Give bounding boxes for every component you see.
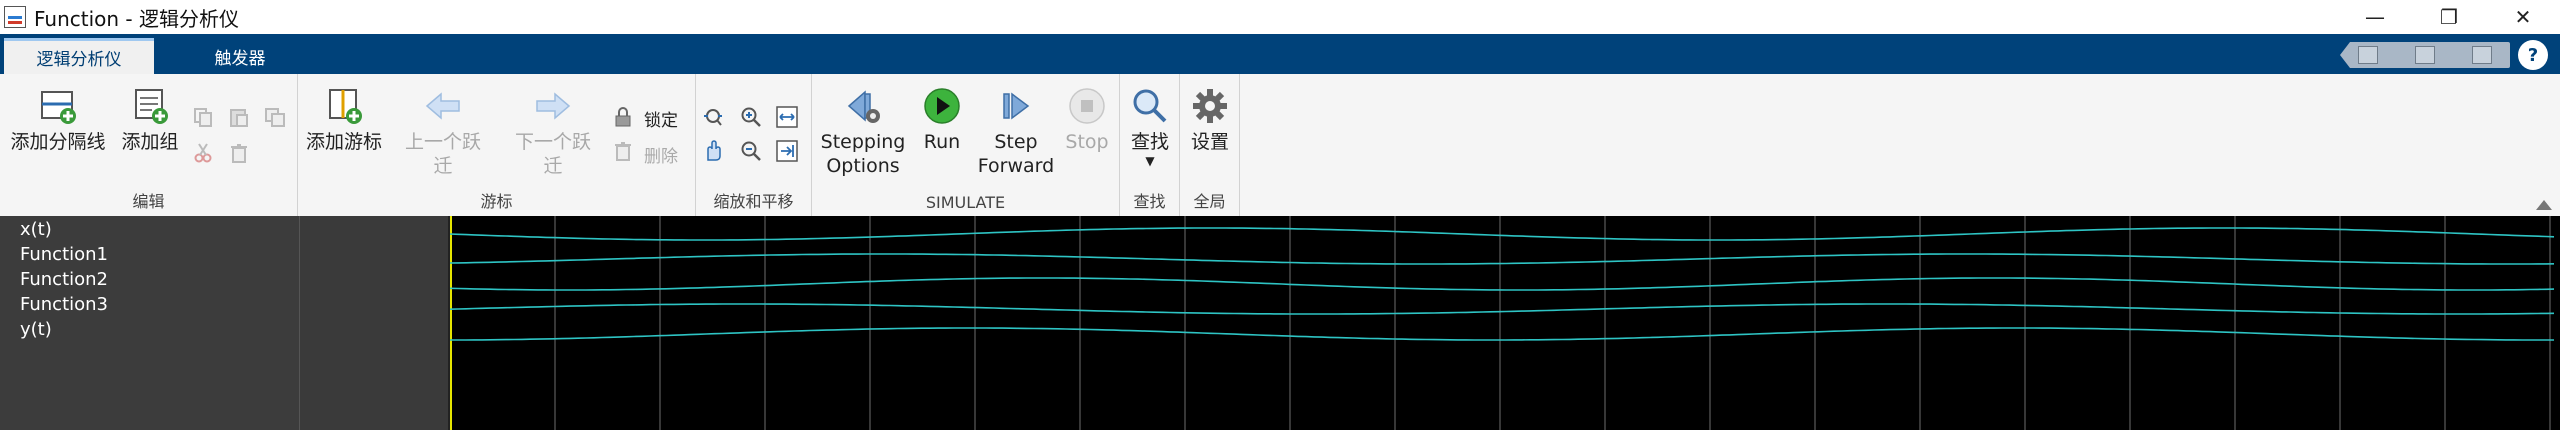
delete-cursor-icon[interactable] [612,140,634,162]
help-icon[interactable]: ? [2518,40,2548,70]
signal-name[interactable]: Function2 [20,269,108,290]
lock-icon[interactable] [612,106,634,128]
zoom-time-icon[interactable] [702,106,724,128]
group-zoom-label: 缩放和平移 [713,192,794,211]
step-forward-label-1: Step [994,131,1038,153]
copy-icon[interactable] [192,106,214,128]
quick-access-icons [2340,42,2510,68]
signal-name-list: x(t) Function1 Function2 Function3 y(t) [0,216,300,430]
signal-waveform [450,327,2554,341]
run-icon [924,88,960,124]
window-title: Function - 逻辑分析仪 [34,6,239,31]
add-group-button[interactable]: 添加组 [118,86,182,154]
add-group-label: 添加组 [121,131,179,153]
restore-icon[interactable]: ❐ [2412,0,2486,34]
arrow-right-icon [536,92,571,120]
add-group-icon [135,89,168,124]
group-edit-label: 编辑 [132,192,165,211]
group-find-label: 查找 [1133,192,1166,211]
duplicate-icon[interactable] [264,106,286,128]
next-transition-button[interactable]: 下一个跃迁 [508,86,598,178]
signal-name[interactable]: Function1 [20,244,108,265]
jump-to-end-icon[interactable] [776,140,798,162]
gear-icon [1193,89,1227,123]
add-cursor-icon [329,89,362,124]
arrow-left-icon [425,92,460,120]
stepping-options-label-1: Stepping [820,131,906,153]
cursor-value-column [300,216,450,430]
group-cursor: 添加游标 上一个跃迁 下一个跃迁 锁定 删除 游标 [298,74,696,216]
settings-button[interactable]: 设置 [1186,86,1234,154]
paste-icon[interactable] [228,106,250,128]
group-edit: 添加分隔线 添加组 编辑 [0,74,298,216]
signal-name[interactable]: Function3 [20,294,108,315]
prev-transition-label: 上一个跃迁 [404,131,481,177]
group-simulate: Stepping Options Run Step Forward Stop S… [812,74,1120,216]
group-cursor-label: 游标 [480,192,513,211]
tab-logic-analyzer[interactable]: 逻辑分析仪 [4,38,154,74]
pan-icon[interactable] [702,140,724,162]
zoom-in-icon[interactable] [740,106,762,128]
fit-to-view-icon[interactable] [776,106,798,128]
group-global: 设置 全局 [1180,74,1240,216]
run-button[interactable]: Run [912,86,972,154]
signal-name[interactable]: y(t) [20,319,52,340]
ribbon: 添加分隔线 添加组 编辑 添加游标 上一个跃迁 下一个跃迁 锁定 删除 游标 缩… [0,74,2560,217]
step-forward-icon [1003,92,1030,120]
quick-access-toolbar: ? [2340,40,2548,70]
app-icon [4,6,26,28]
add-cursor-label: 添加游标 [306,131,383,153]
cut-icon[interactable] [2414,46,2435,64]
group-simulate-label: SIMULATE [925,193,1006,212]
signal-panel: x(t) Function1 Function2 Function3 y(t) [0,216,2560,430]
signal-waveform [450,227,2555,241]
add-divider-label: 添加分隔线 [10,131,106,153]
chevron-down-icon[interactable]: ▼ [1145,154,1154,168]
paste-icon[interactable] [2471,46,2492,64]
delete-cursor-label[interactable]: 删除 [644,142,678,167]
stop-button[interactable]: Stop [1062,86,1112,154]
signal-waveform [450,277,2555,291]
stepping-options-label-2: Options [826,155,900,177]
signal-waveform [450,253,2555,265]
prev-transition-button[interactable]: 上一个跃迁 [398,86,488,178]
waveform-display[interactable] [450,216,2560,430]
lock-label[interactable]: 锁定 [644,106,678,131]
stop-label: Stop [1065,131,1109,153]
add-divider-icon [41,91,76,124]
step-forward-label-2: Forward [977,155,1055,177]
tab-trigger[interactable]: 触发器 [180,38,300,74]
signal-name[interactable]: x(t) [20,219,52,240]
step-forward-button[interactable]: Step Forward [974,86,1058,178]
title-bar: Function - 逻辑分析仪 — ❐ ✕ [0,0,2560,34]
group-global-label: 全局 [1193,192,1226,211]
copy-icon[interactable] [2358,46,2379,64]
find-label: 查找 [1130,131,1169,153]
stepping-options-icon [847,90,880,123]
tab-bar: 逻辑分析仪 触发器 [0,34,2560,74]
stepping-options-button[interactable]: Stepping Options [818,86,908,178]
cut-icon[interactable] [192,142,214,164]
minimize-icon[interactable]: — [2338,0,2412,34]
window-controls: — ❐ ✕ [2338,0,2560,34]
add-divider-button[interactable]: 添加分隔线 [8,86,108,154]
stop-icon [1069,88,1105,124]
collapse-ribbon-icon[interactable] [2536,200,2552,210]
add-cursor-button[interactable]: 添加游标 [306,86,382,154]
next-transition-label: 下一个跃迁 [514,131,591,177]
zoom-out-icon[interactable] [740,140,762,162]
group-zoom: 缩放和平移 [696,74,812,216]
find-button[interactable]: 查找 ▼ [1126,86,1174,168]
close-icon[interactable]: ✕ [2486,0,2560,34]
run-label: Run [923,131,961,153]
settings-label: 设置 [1190,131,1229,153]
delete-icon[interactable] [228,142,250,164]
search-icon [1133,89,1167,123]
group-find: 查找 ▼ 查找 [1120,74,1180,216]
signal-waveform [450,303,2555,315]
